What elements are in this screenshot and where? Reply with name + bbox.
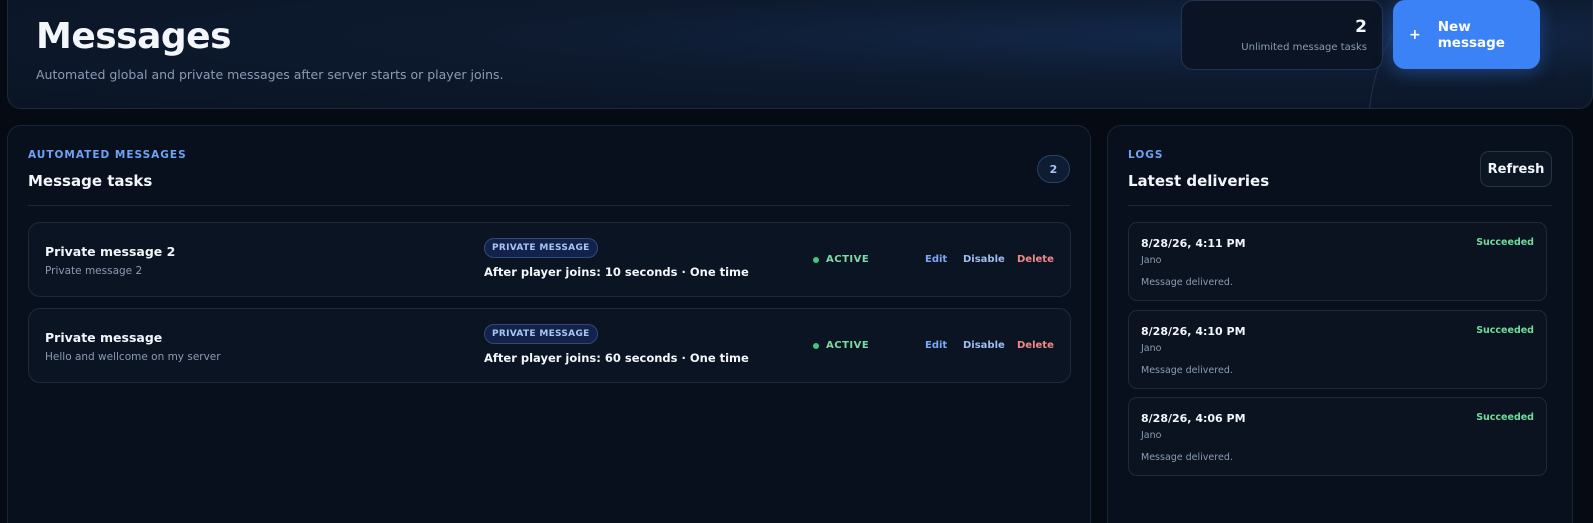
task-name: Private message bbox=[45, 330, 163, 345]
log-time: 8/28/26, 4:10 PM bbox=[1141, 325, 1246, 338]
task-name: Private message 2 bbox=[45, 244, 176, 259]
status-dot-icon bbox=[813, 256, 819, 263]
log-status: Succeeded bbox=[1476, 237, 1534, 248]
task-status-label: ACTIVE bbox=[826, 254, 870, 265]
page-title: Messages bbox=[36, 16, 232, 57]
disable-button[interactable]: Disable bbox=[963, 254, 1005, 265]
logs-panel: LOGS Latest deliveries Refresh 8/28/26, … bbox=[1107, 125, 1573, 523]
task-count-value: 2 bbox=[1355, 17, 1367, 37]
task-type-badge: PRIVATE MESSAGE bbox=[484, 324, 598, 344]
refresh-button[interactable]: Refresh bbox=[1480, 151, 1552, 187]
messages-page: Messages Automated global and private me… bbox=[0, 0, 1593, 523]
task-description: Private message 2 bbox=[45, 265, 143, 277]
page-header: Messages Automated global and private me… bbox=[7, 0, 1593, 109]
log-message: Message delivered. bbox=[1141, 365, 1233, 376]
edit-button[interactable]: Edit bbox=[925, 340, 947, 351]
log-message: Message delivered. bbox=[1141, 277, 1233, 288]
tasks-eyebrow: AUTOMATED MESSAGES bbox=[28, 149, 187, 161]
delete-button[interactable]: Delete bbox=[1017, 254, 1054, 265]
new-message-button[interactable]: + New message bbox=[1393, 0, 1540, 69]
task-status-label: ACTIVE bbox=[826, 340, 870, 351]
page-subtitle: Automated global and private messages af… bbox=[36, 67, 504, 82]
status-dot-icon bbox=[813, 342, 819, 349]
log-entry: 8/28/26, 4:10 PM Jano Message delivered.… bbox=[1128, 310, 1547, 389]
divider bbox=[28, 205, 1070, 206]
divider bbox=[1128, 205, 1552, 206]
plus-icon: + bbox=[1409, 26, 1421, 43]
message-tasks-panel: AUTOMATED MESSAGES Message tasks 2 Priva… bbox=[7, 125, 1091, 523]
task-description: Hello and wellcome on my server bbox=[45, 351, 221, 363]
task-type-badge: PRIVATE MESSAGE bbox=[484, 238, 598, 258]
task-status: ACTIVE bbox=[813, 340, 869, 351]
task-row: Private message Hello and wellcome on my… bbox=[28, 308, 1071, 383]
task-row: Private message 2 Private message 2 PRIV… bbox=[28, 222, 1071, 297]
delete-button[interactable]: Delete bbox=[1017, 340, 1054, 351]
log-entry: 8/28/26, 4:06 PM Jano Message delivered.… bbox=[1128, 397, 1547, 476]
task-count-card: 2 Unlimited message tasks bbox=[1181, 0, 1383, 70]
log-time: 8/28/26, 4:11 PM bbox=[1141, 237, 1246, 250]
task-status: ACTIVE bbox=[813, 254, 869, 265]
task-schedule: After player joins: 60 seconds · One tim… bbox=[484, 351, 749, 365]
task-schedule: After player joins: 10 seconds · One tim… bbox=[484, 265, 749, 279]
tasks-count-badge: 2 bbox=[1037, 155, 1070, 183]
log-status: Succeeded bbox=[1476, 325, 1534, 336]
log-user: Jano bbox=[1141, 430, 1162, 441]
log-message: Message delivered. bbox=[1141, 452, 1233, 463]
logs-title: Latest deliveries bbox=[1128, 172, 1270, 190]
logs-eyebrow: LOGS bbox=[1128, 149, 1164, 161]
log-time: 8/28/26, 4:06 PM bbox=[1141, 412, 1246, 425]
log-entry: 8/28/26, 4:11 PM Jano Message delivered.… bbox=[1128, 222, 1547, 301]
task-count-label: Unlimited message tasks bbox=[1241, 42, 1367, 53]
edit-button[interactable]: Edit bbox=[925, 254, 947, 265]
new-message-label: New message bbox=[1437, 18, 1505, 51]
log-user: Jano bbox=[1141, 343, 1162, 354]
log-status: Succeeded bbox=[1476, 412, 1534, 423]
log-user: Jano bbox=[1141, 255, 1162, 266]
disable-button[interactable]: Disable bbox=[963, 340, 1005, 351]
tasks-title: Message tasks bbox=[28, 172, 153, 190]
